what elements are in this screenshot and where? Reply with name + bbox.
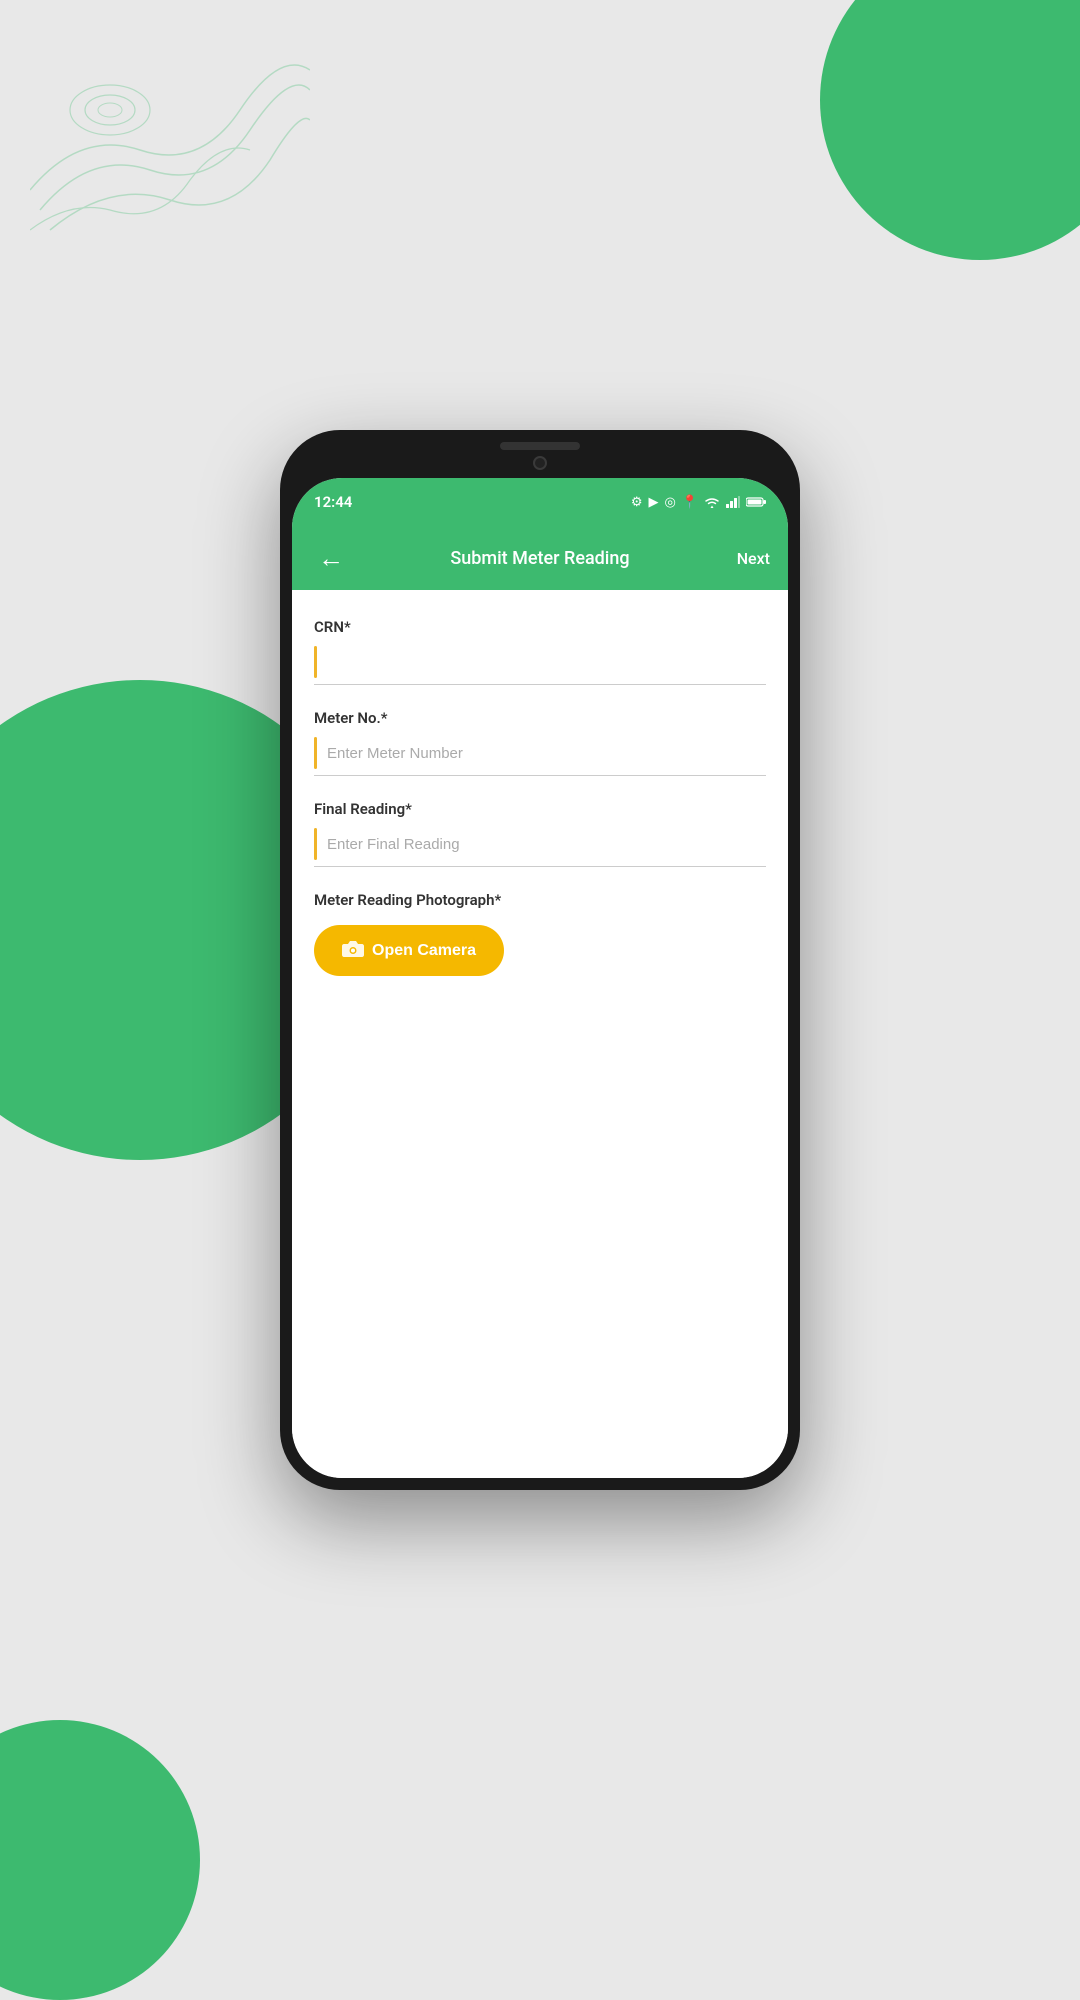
meter-no-input[interactable] (327, 745, 766, 762)
final-reading-field-group: Final Reading* (314, 800, 766, 867)
crn-input[interactable] (327, 654, 766, 671)
open-camera-button[interactable]: Open Camera (314, 925, 504, 976)
next-button[interactable]: Next (737, 549, 770, 568)
app-bar-title: Submit Meter Reading (450, 548, 629, 569)
photo-field-group: Meter Reading Photograph* Open Camera (314, 891, 766, 976)
phone-shell: 12:44 ⚙ ▶ ◎ 📍 (280, 430, 800, 1490)
phone-screen: 12:44 ⚙ ▶ ◎ 📍 (292, 478, 788, 1478)
play-icon: ▶ (648, 495, 658, 510)
camera-icon (342, 939, 364, 962)
battery-icon (746, 496, 766, 508)
front-camera (533, 456, 547, 470)
speaker-bar (500, 442, 580, 450)
signal-bars-icon (726, 496, 740, 508)
final-reading-left-bar (314, 828, 317, 860)
status-icons: ⚙ ▶ ◎ 📍 (631, 495, 766, 510)
app-bar: ← Submit Meter Reading Next (292, 526, 788, 590)
bg-circle-bottom-left (0, 1720, 200, 2000)
wifi-icon (704, 496, 720, 508)
form-content: CRN* Meter No.* Final Reading* (292, 590, 788, 1478)
back-button[interactable]: ← (310, 539, 352, 578)
meter-no-field-group: Meter No.* (314, 709, 766, 776)
crn-label: CRN* (314, 618, 766, 636)
meter-no-left-bar (314, 737, 317, 769)
status-bar: 12:44 ⚙ ▶ ◎ 📍 (292, 478, 788, 526)
status-time: 12:44 (314, 493, 352, 511)
location-icon: 📍 (682, 495, 698, 510)
crn-input-wrapper (314, 646, 766, 685)
settings-icon: ⚙ (631, 495, 643, 510)
crn-field-group: CRN* (314, 618, 766, 685)
meter-no-input-wrapper (314, 737, 766, 776)
final-reading-input[interactable] (327, 836, 766, 853)
bg-topo-decoration (30, 30, 310, 270)
bg-circle-top-right (820, 0, 1080, 260)
final-reading-input-wrapper (314, 828, 766, 867)
crn-left-bar (314, 646, 317, 678)
meter-no-label: Meter No.* (314, 709, 766, 727)
signal-circle-icon: ◎ (664, 495, 675, 510)
open-camera-label: Open Camera (372, 942, 476, 960)
final-reading-label: Final Reading* (314, 800, 766, 818)
photo-section-label: Meter Reading Photograph* (314, 891, 766, 909)
